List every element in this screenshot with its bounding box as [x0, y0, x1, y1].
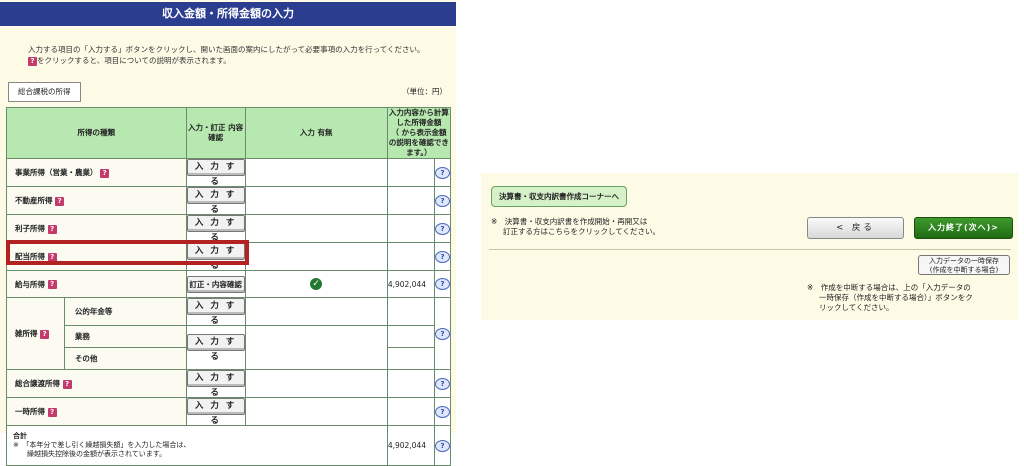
help-icon[interactable]: ?	[435, 439, 450, 452]
intro-line-1: 入力する項目の「入力する」ボタンをクリックし、開いた画面の案内にしたがって必要事…	[28, 45, 425, 54]
header-amount-line-2: （ から表示金額の説明を確認できます。）	[388, 128, 449, 157]
tab-general-taxation[interactable]: 総合課税の所得	[8, 82, 81, 102]
question-icon: ?	[28, 56, 37, 66]
note-line-1: ※ 決算書・収支内訳書を作成開始・再開又は	[491, 217, 648, 226]
table-row: 利子所得 ? 入 力 す る ?	[6, 214, 451, 243]
input-button-transfer[interactable]: 入 力 す る	[186, 370, 245, 398]
help-icon[interactable]: ?	[435, 405, 450, 418]
income-table: 所得の種類 入力・訂正 内容確認 入力 有無 入力内容から計算した所得金額 （ …	[6, 107, 452, 466]
total-note-1: ※ 「本年分で差し引く繰越損失額」を入力した場合は、	[13, 441, 191, 449]
temporary-save-button[interactable]: 入力データの一時保存 (作成を中断する場合)	[918, 255, 1010, 275]
header-input: 入力・訂正 内容確認	[185, 107, 246, 159]
input-button-real-estate[interactable]: 入 力 す る	[186, 187, 245, 215]
intro-line-2: をクリックすると、項目についての説明が表示されます。	[37, 56, 231, 65]
input-button-business[interactable]: 入 力 す る	[186, 159, 245, 187]
save-note-line-3: リックしてください。	[819, 303, 894, 312]
table-row: 総合譲渡所得 ? 入 力 す る ?	[6, 369, 451, 398]
save-note-line-1: ※ 作成を中断する場合は、上の「入力データの	[807, 283, 971, 292]
header-amount: 入力内容から計算した所得金額 （ から表示金額の説明を確認できます。）	[386, 107, 452, 159]
question-icon[interactable]: ?	[47, 280, 57, 289]
total-amount: 4,902,044	[386, 425, 436, 466]
amount-cell: 4,902,044	[386, 270, 436, 298]
help-icon[interactable]: ?	[435, 327, 450, 340]
table-row: 一時所得 ? 入 力 す る ?	[6, 397, 451, 426]
navigation-panel: 決算書・収支内訳書作成コーナーへ ※ 決算書・収支内訳書を作成開始・再開又は 訂…	[481, 173, 1018, 320]
save-note: ※ 作成を中断する場合は、上の「入力データの 一時保存（作成を中断する場合）」ボ…	[807, 283, 973, 313]
table-row: 給与所得 ? 訂正・内容確認 ✓ 4,902,044 ?	[6, 270, 451, 298]
check-icon: ✓	[310, 278, 323, 290]
table-row: 不動産所得 ? 入 力 す る ?	[6, 186, 451, 215]
save-note-line-2: 一時保存（作成を中断する場合）」ボタンをク	[819, 293, 973, 302]
table-row: 業務 入 力 す る	[7, 325, 451, 370]
question-icon[interactable]: ?	[55, 196, 65, 206]
save-line-2: (作成を中断する場合)	[929, 266, 999, 274]
row-label: 利子所得	[15, 224, 45, 233]
input-button-misc-other[interactable]: 入 力 す る	[186, 334, 245, 362]
input-button-temporary[interactable]: 入 力 す る	[186, 398, 245, 426]
financial-statement-note: ※ 決算書・収支内訳書を作成開始・再開又は 訂正する方はこちらをクリックしてくだ…	[491, 217, 660, 237]
question-icon[interactable]: ?	[47, 407, 57, 417]
help-icon[interactable]: ?	[435, 278, 450, 290]
input-button-pension[interactable]: 入 力 す る	[186, 298, 245, 326]
input-button-interest[interactable]: 入 力 す る	[186, 215, 245, 243]
row-label: 不動産所得	[15, 196, 53, 205]
sub-label: 業務	[63, 325, 187, 348]
total-row: 合計 ※ 「本年分で差し引く繰越損失額」を入力した場合は、 繰越損失控除後の金額…	[6, 425, 451, 466]
unit-label: （単位：円）	[402, 87, 447, 96]
question-icon[interactable]: ?	[40, 329, 50, 339]
sub-label: 公的年金等	[63, 297, 187, 326]
financial-statement-corner-button[interactable]: 決算書・収支内訳書作成コーナーへ	[491, 186, 627, 207]
question-icon[interactable]: ?	[100, 168, 110, 178]
row-label: 事業所得（営業・農業）	[15, 168, 98, 177]
salary-row-highlight	[6, 240, 249, 265]
header-income-type: 所得の種類	[6, 107, 187, 159]
help-icon[interactable]: ?	[435, 250, 450, 263]
header-status: 入力 有無	[244, 107, 388, 159]
question-icon[interactable]: ?	[47, 224, 57, 234]
row-label: 雑所得	[15, 329, 38, 338]
finish-next-button[interactable]: 入力終了(次へ)>	[914, 217, 1013, 239]
help-icon[interactable]: ?	[435, 377, 450, 390]
edit-confirm-button-salary[interactable]: 訂正・内容確認	[186, 275, 245, 293]
divider	[489, 249, 1011, 250]
save-line-1: 入力データの一時保存	[929, 257, 999, 265]
table-row: 事業所得（営業・農業） ? 入 力 す る ?	[6, 158, 451, 187]
help-icon[interactable]: ?	[435, 166, 450, 179]
row-label: 一時所得	[15, 407, 45, 416]
sub-label: その他	[63, 347, 187, 370]
question-icon[interactable]: ?	[62, 379, 72, 389]
note-line-2: 訂正する方はこちらをクリックしてください。	[503, 227, 661, 236]
total-label: 合計	[13, 432, 27, 440]
header-amount-line-1: 入力内容から計算した所得金額	[388, 108, 449, 127]
help-icon[interactable]: ?	[435, 194, 450, 207]
intro-text: 入力する項目の「入力する」ボタンをクリックし、開いた画面の案内にしたがって必要事…	[28, 44, 425, 66]
back-button[interactable]: < 戻る	[807, 217, 904, 239]
table-row: 雑所得 ? 公的年金等 入 力 す る ?	[6, 297, 451, 370]
amount-cell	[386, 186, 436, 215]
amount-cell	[386, 214, 436, 243]
amount-cell	[386, 242, 436, 271]
total-note-2: 繰越損失控除後の金額が表示されています。	[27, 450, 167, 458]
amount-cell	[386, 158, 436, 187]
page-title: 収入金額・所得金額の入力	[0, 2, 456, 26]
row-label: 総合譲渡所得	[15, 379, 60, 388]
row-label: 給与所得	[15, 279, 45, 289]
income-entry-panel: 収入金額・所得金額の入力 入力する項目の「入力する」ボタンをクリックし、開いた画…	[0, 0, 456, 466]
help-icon[interactable]: ?	[435, 222, 450, 235]
